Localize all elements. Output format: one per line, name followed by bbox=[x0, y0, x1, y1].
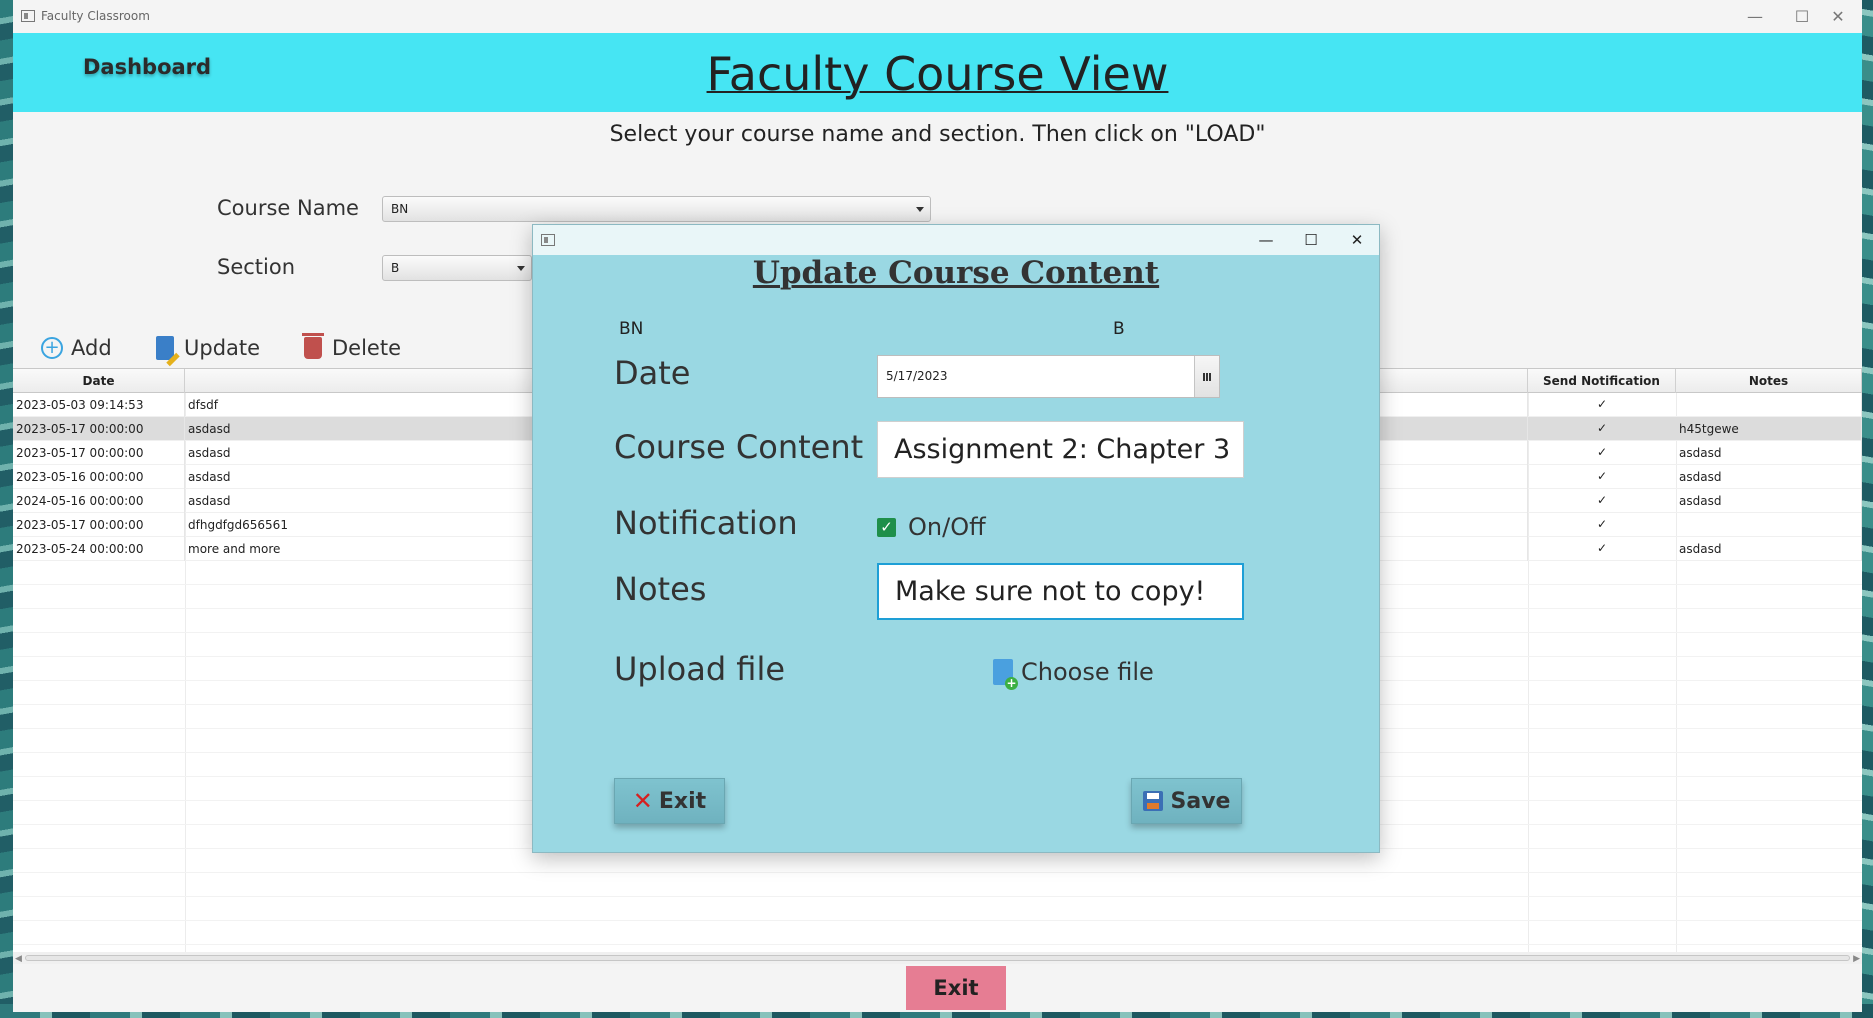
checkmark-icon: ✓ bbox=[877, 517, 896, 537]
send-notification-checkbox[interactable]: ✓ bbox=[1596, 542, 1608, 554]
edit-document-icon bbox=[156, 336, 174, 360]
cell-date: 2023-05-16 00:00:00 bbox=[13, 465, 185, 489]
cell-notes: asdasd bbox=[1676, 537, 1862, 561]
maximize-button[interactable]: ☐ bbox=[1782, 4, 1822, 28]
close-icon: ✕ bbox=[632, 787, 653, 815]
header-band: Dashboard Faculty Course View bbox=[13, 33, 1862, 112]
cell-date: 2023-05-17 00:00:00 bbox=[13, 417, 185, 441]
minimize-button[interactable]: — bbox=[1735, 4, 1775, 28]
section-select[interactable]: B bbox=[382, 255, 532, 281]
dialog-exit-button[interactable]: ✕ Exit bbox=[614, 778, 725, 824]
update-button-label: Update bbox=[184, 336, 261, 360]
notification-checkbox[interactable]: ✓ On/Off bbox=[877, 513, 986, 541]
empty-table-row bbox=[13, 945, 1862, 952]
save-icon bbox=[1142, 791, 1163, 811]
empty-table-row bbox=[13, 921, 1862, 945]
dialog-title: Update Course Content bbox=[752, 255, 1160, 291]
close-window-button[interactable]: ✕ bbox=[1818, 4, 1858, 28]
course-name-label: Course Name bbox=[217, 196, 359, 220]
cell-notes: h45tgewe bbox=[1676, 417, 1862, 441]
dialog-window-icon bbox=[541, 234, 555, 246]
scrollbar-thumb[interactable] bbox=[25, 955, 1850, 961]
chevron-down-icon bbox=[517, 266, 525, 271]
save-button-label: Save bbox=[1170, 788, 1231, 814]
trash-icon bbox=[302, 333, 324, 359]
cell-notes bbox=[1676, 393, 1862, 417]
cell-notes: asdasd bbox=[1676, 441, 1862, 465]
update-course-dialog: — ☐ ✕ Update Course Content BN B Date 5/… bbox=[532, 224, 1380, 853]
date-value: 5/17/2023 bbox=[886, 369, 948, 383]
update-button[interactable]: Update bbox=[156, 333, 260, 363]
cell-date: 2023-05-17 00:00:00 bbox=[13, 441, 185, 465]
page-title: Faculty Course View bbox=[706, 47, 1169, 101]
dialog-section: B bbox=[1113, 319, 1125, 339]
course-content-label: Course Content bbox=[614, 428, 864, 466]
delete-button[interactable]: Delete bbox=[302, 333, 401, 363]
scroll-right-icon[interactable]: ▶ bbox=[1853, 954, 1860, 964]
scroll-left-icon[interactable]: ◀ bbox=[15, 954, 22, 964]
send-notification-checkbox[interactable]: ✓ bbox=[1596, 446, 1608, 458]
instruction-text: Select your course name and section. The… bbox=[609, 122, 1266, 147]
send-notification-checkbox[interactable]: ✓ bbox=[1596, 398, 1608, 410]
dialog-course-name: BN bbox=[619, 319, 644, 339]
date-label: Date bbox=[614, 354, 691, 392]
horizontal-scrollbar[interactable]: ◀ ▶ bbox=[13, 952, 1862, 964]
choose-file-label: Choose file bbox=[1021, 658, 1154, 686]
cell-date: 2023-05-24 00:00:00 bbox=[13, 537, 185, 561]
column-header-date[interactable]: Date bbox=[13, 369, 185, 393]
send-notification-checkbox[interactable]: ✓ bbox=[1596, 470, 1608, 482]
empty-table-row bbox=[13, 897, 1862, 921]
dialog-minimize-button[interactable]: — bbox=[1246, 228, 1286, 252]
send-notification-checkbox[interactable]: ✓ bbox=[1596, 422, 1608, 434]
desktop-background-left bbox=[0, 0, 14, 1018]
cell-notes: asdasd bbox=[1676, 489, 1862, 513]
dialog-exit-label: Exit bbox=[658, 788, 707, 814]
delete-button-label: Delete bbox=[332, 336, 401, 360]
window-titlebar: Faculty Classroom — ☐ ✕ bbox=[13, 0, 1862, 33]
send-notification-checkbox[interactable]: ✓ bbox=[1596, 494, 1608, 506]
section-value: B bbox=[391, 261, 400, 275]
app-window-icon bbox=[21, 10, 35, 22]
calendar-icon bbox=[1202, 372, 1212, 381]
add-circle-icon: + bbox=[41, 337, 63, 359]
window-title: Faculty Classroom bbox=[41, 9, 150, 23]
add-button-label: Add bbox=[71, 336, 112, 360]
course-content-input[interactable]: Assignment 2: Chapter 3 bbox=[877, 421, 1244, 478]
course-name-value: BN bbox=[391, 202, 409, 216]
notes-input[interactable]: Make sure not to copy! bbox=[877, 563, 1244, 620]
section-label: Section bbox=[217, 255, 296, 279]
course-name-select[interactable]: BN bbox=[382, 196, 931, 222]
dialog-maximize-button[interactable]: ☐ bbox=[1291, 228, 1331, 252]
dialog-close-button[interactable]: ✕ bbox=[1337, 228, 1377, 252]
add-button[interactable]: + Add bbox=[41, 333, 112, 363]
column-header-send-notification[interactable]: Send Notification bbox=[1528, 369, 1676, 393]
date-picker[interactable]: 5/17/2023 bbox=[877, 355, 1220, 398]
send-notification-checkbox[interactable]: ✓ bbox=[1596, 518, 1608, 530]
upload-file-label: Upload file bbox=[614, 650, 786, 688]
dialog-titlebar: — ☐ ✕ bbox=[533, 225, 1379, 255]
notes-label: Notes bbox=[614, 570, 707, 608]
notification-toggle-label: On/Off bbox=[908, 513, 986, 541]
cell-date: 2024-05-16 00:00:00 bbox=[13, 489, 185, 513]
desktop-background-right bbox=[1861, 0, 1873, 1018]
exit-button[interactable]: Exit bbox=[906, 966, 1006, 1010]
chevron-down-icon bbox=[916, 207, 924, 212]
cell-date: 2023-05-03 09:14:53 bbox=[13, 393, 185, 417]
empty-table-row bbox=[13, 873, 1862, 897]
cell-notes bbox=[1676, 513, 1862, 537]
cell-date: 2023-05-17 00:00:00 bbox=[13, 513, 185, 537]
choose-file-button[interactable]: Choose file bbox=[993, 658, 1154, 690]
calendar-button[interactable] bbox=[1194, 356, 1219, 397]
column-header-notes[interactable]: Notes bbox=[1676, 369, 1862, 393]
cell-notes: asdasd bbox=[1676, 465, 1862, 489]
save-button[interactable]: Save bbox=[1131, 778, 1242, 824]
notification-label: Notification bbox=[614, 504, 798, 542]
add-file-icon bbox=[993, 659, 1018, 690]
